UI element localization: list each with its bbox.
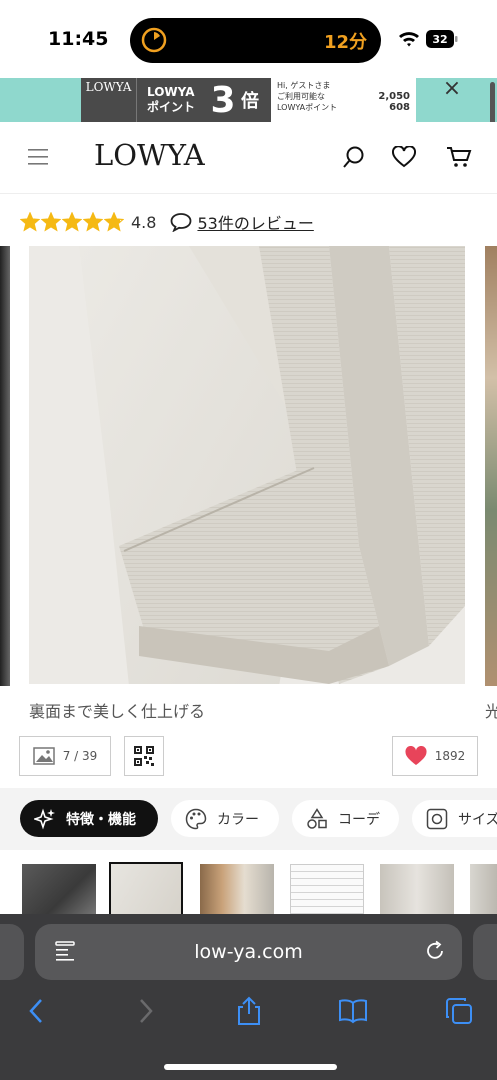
share-icon[interactable] (234, 996, 264, 1026)
previous-tab-peek[interactable] (0, 924, 24, 980)
favorite-count: 1892 (434, 749, 466, 763)
back-icon[interactable] (22, 996, 52, 1026)
speech-bubble-icon (171, 213, 192, 232)
rating-value: 4.8 (131, 212, 157, 232)
timer-icon (141, 27, 167, 53)
tab-size[interactable]: サイズ (412, 800, 497, 837)
thumbnail-strip (0, 862, 497, 918)
tab-color[interactable]: カラー (171, 800, 279, 837)
thumbnail-4[interactable] (290, 864, 364, 916)
status-time: 11:45 (48, 28, 109, 50)
star-icon (62, 212, 82, 232)
banner-points-card: Hi, ゲストさま ご利用可能な 2,050 LOWYAポイント 608 (271, 78, 416, 122)
banner-card-greeting: Hi, ゲストさま (277, 81, 331, 90)
next-tab-peek[interactable] (473, 924, 497, 980)
bookmarks-icon[interactable] (338, 996, 368, 1026)
qr-code-button[interactable] (124, 736, 164, 776)
site-header: LOWYA (0, 122, 497, 194)
next-image-peek[interactable] (485, 246, 497, 686)
curtain-photo (29, 246, 465, 684)
cart-icon[interactable] (446, 146, 472, 168)
browser-toolbar: low-ya.com (0, 914, 497, 1080)
rating-stars (20, 212, 124, 232)
promo-banner-content[interactable]: LOWYA LOWYA ポイント 3 倍 Hi, ゲストさま ご利用可能な 2,… (81, 78, 416, 122)
site-logo[interactable]: LOWYA (94, 138, 205, 172)
tab-features[interactable]: 特徴・機能 (20, 800, 158, 837)
menu-icon[interactable] (28, 148, 48, 166)
next-image-caption: 光 (485, 702, 497, 721)
palette-icon (185, 808, 207, 829)
image-icon (32, 747, 55, 765)
tab-size-label: サイズ (458, 811, 497, 828)
search-icon[interactable] (343, 146, 365, 168)
image-caption: 裏面まで美しく仕上げる (29, 702, 206, 721)
review-link-label: 53件のレビュー (197, 214, 314, 233)
banner-card-value2: 608 (389, 102, 410, 113)
qr-code-icon (134, 746, 154, 766)
banner-logo: LOWYA (81, 78, 137, 122)
tab-coordinate-label: コーデ (338, 811, 380, 828)
star-icon (20, 212, 40, 232)
banner-card-label2: LOWYAポイント (277, 103, 338, 112)
wifi-icon (399, 32, 419, 47)
product-image-curtain[interactable] (29, 246, 465, 684)
address-bar[interactable]: low-ya.com (35, 924, 462, 980)
favorite-button[interactable]: 1892 (392, 736, 478, 776)
feature-tabs: 特徴・機能 カラー コーデ サイズ (0, 788, 497, 850)
thumbnail-5[interactable] (380, 864, 454, 916)
banner-card-label1: ご利用可能な (277, 92, 325, 101)
image-counter-text: 7 / 39 (62, 749, 98, 763)
star-icon (83, 212, 103, 232)
tab-coordinate[interactable]: コーデ (292, 800, 399, 837)
home-indicator[interactable] (164, 1064, 337, 1070)
tape-measure-icon (426, 808, 448, 829)
timer-text: 12分 (323, 32, 367, 53)
tabs-overview-icon[interactable] (444, 996, 474, 1026)
banner-close-button[interactable]: × (437, 78, 467, 102)
thumbnail-6[interactable] (470, 864, 497, 916)
promo-banner[interactable]: LOWYA LOWYA ポイント 3 倍 Hi, ゲストさま ご利用可能な 2,… (0, 78, 497, 122)
dynamic-island[interactable]: 12分 (130, 18, 381, 63)
previous-image-peek[interactable] (0, 246, 10, 686)
reload-icon[interactable] (424, 940, 446, 962)
tab-features-label: 特徴・機能 (66, 811, 136, 828)
battery-icon: 32 (426, 30, 458, 48)
tab-color-label: カラー (217, 811, 259, 828)
status-bar: 11:45 12分 32 (0, 0, 497, 78)
heart-filled-icon (405, 746, 427, 765)
url-text: low-ya.com (194, 941, 303, 963)
shapes-icon (307, 807, 327, 829)
thumbnail-3[interactable] (200, 864, 274, 916)
forward-icon[interactable] (130, 996, 160, 1026)
thumbnail-1[interactable] (22, 864, 96, 916)
sparkle-icon (34, 807, 55, 830)
product-gallery[interactable] (0, 246, 497, 686)
star-icon (104, 212, 124, 232)
rating-row: 4.8 53件のレビュー (20, 208, 314, 236)
star-icon (41, 212, 61, 232)
battery-level: 32 (432, 33, 447, 46)
thumbnail-2-selected[interactable] (109, 862, 183, 918)
banner-card-value1: 2,050 (378, 91, 410, 102)
review-link[interactable]: 53件のレビュー (170, 210, 314, 234)
banner-multiplier: 3 (210, 79, 236, 121)
banner-line1: LOWYA (147, 85, 195, 99)
banner-text: LOWYA ポイント (137, 85, 205, 115)
heart-icon[interactable] (392, 146, 416, 168)
image-counter-button[interactable]: 7 / 39 (19, 736, 111, 776)
banner-line2: ポイント (147, 100, 196, 114)
banner-multiplier-unit: 倍 (241, 91, 259, 112)
